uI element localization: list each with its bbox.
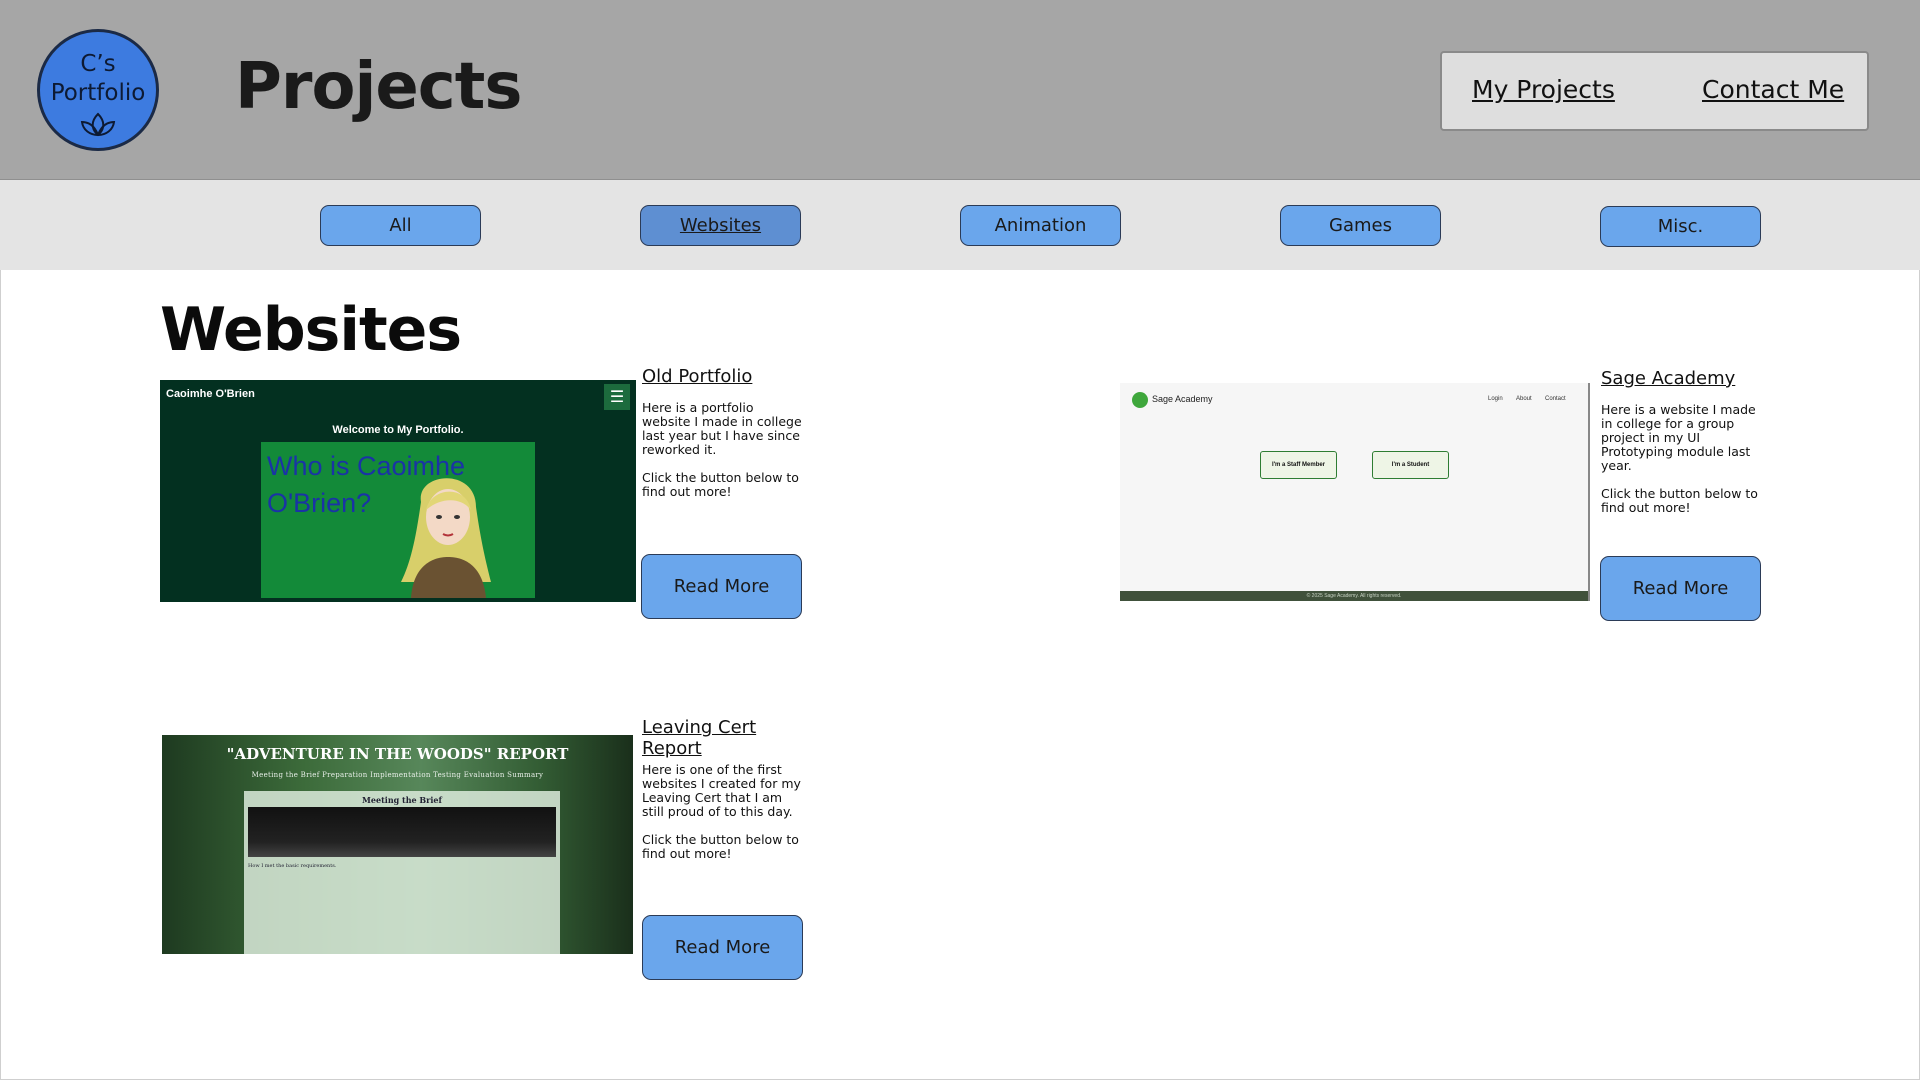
leaving-cert-thumbnail[interactable]: "ADVENTURE IN THE WOODS" REPORT Meeting … [162, 735, 633, 954]
preview-hero-panel: Who is Caoimhe O'Brien? [261, 442, 535, 598]
preview-nav-about: About [1516, 396, 1532, 402]
sage-academy-description: Here is a website I made in college for … [1601, 403, 1763, 529]
card-description-text: Here is a website I made in college for … [1601, 402, 1756, 473]
lotus-icon [80, 112, 116, 137]
preview-brand-name: Sage Academy [1152, 394, 1213, 404]
leaving-cert-description: Here is one of the first websites I crea… [642, 763, 807, 875]
preview-student-button: I'm a Student [1372, 451, 1449, 479]
preview-video-player [248, 807, 556, 857]
old-portfolio-thumbnail[interactable]: Caoimhe O'Brien ☰ Welcome to My Portfoli… [160, 380, 636, 602]
filter-websites-button[interactable]: Websites [640, 205, 801, 246]
leaving-cert-read-more-button[interactable]: Read More [642, 915, 803, 980]
preview-report-title: "ADVENTURE IN THE WOODS" REPORT [226, 745, 569, 763]
section-title: Websites [160, 295, 462, 365]
preview-panel-text: How I met the basic requirements. [248, 863, 337, 869]
card-cta-text: Click the button below to find out more! [642, 470, 799, 499]
filter-animation-button[interactable]: Animation [960, 205, 1121, 246]
preview-report-panel: Meeting the Brief How I met the basic re… [244, 791, 560, 954]
filter-all-button[interactable]: All [320, 205, 481, 246]
portfolio-logo[interactable]: C’s Portfolio [37, 29, 159, 151]
preview-nav-login: Login [1488, 396, 1503, 402]
sage-academy-thumbnail[interactable]: Sage Academy Login About Contact I'm a S… [1120, 383, 1590, 601]
sage-academy-title-link[interactable]: Sage Academy [1601, 368, 1735, 389]
nav-link-my-projects[interactable]: My Projects [1472, 75, 1615, 104]
filter-games-button[interactable]: Games [1280, 205, 1441, 246]
old-portfolio-description: Here is a portfolio website I made in co… [642, 401, 804, 513]
preview-footer: © 2025 Sage Academy. All rights reserved… [1120, 591, 1588, 601]
preview-report-nav: Meeting the Brief Preparation Implementa… [251, 771, 544, 779]
preview-panel-title: Meeting the Brief [362, 795, 442, 805]
card-cta-text: Click the button below to find out more! [642, 832, 799, 861]
card-description-text: Here is one of the first websites I crea… [642, 762, 801, 819]
card-cta-text: Click the button below to find out more! [1601, 486, 1758, 515]
hamburger-menu-icon: ☰ [604, 384, 630, 410]
preview-staff-button: I'm a Staff Member [1260, 451, 1337, 479]
sage-logo-icon [1132, 392, 1148, 408]
card-description-text: Here is a portfolio website I made in co… [642, 400, 802, 457]
old-portfolio-title-link[interactable]: Old Portfolio [642, 366, 752, 387]
filter-misc-button[interactable]: Misc. [1600, 206, 1761, 247]
nav-link-contact-me[interactable]: Contact Me [1702, 75, 1844, 104]
top-nav: My Projects Contact Me [1440, 51, 1869, 131]
leaving-cert-title-link[interactable]: Leaving Cert Report [642, 717, 792, 759]
old-portfolio-read-more-button[interactable]: Read More [641, 554, 802, 619]
preview-welcome-text: Welcome to My Portfolio. [332, 424, 464, 436]
preview-nav-contact: Contact [1545, 396, 1566, 402]
sage-academy-read-more-button[interactable]: Read More [1600, 556, 1761, 621]
preview-site-name: Caoimhe O'Brien [166, 388, 255, 400]
page-title: Projects [235, 50, 522, 124]
site-header: C’s Portfolio Projects My Projects Conta… [0, 0, 1920, 180]
category-filter-bar: All Websites Animation Games Misc. [0, 180, 1920, 270]
portrait-illustration-icon [401, 478, 491, 598]
logo-text: C’s Portfolio [50, 51, 146, 106]
